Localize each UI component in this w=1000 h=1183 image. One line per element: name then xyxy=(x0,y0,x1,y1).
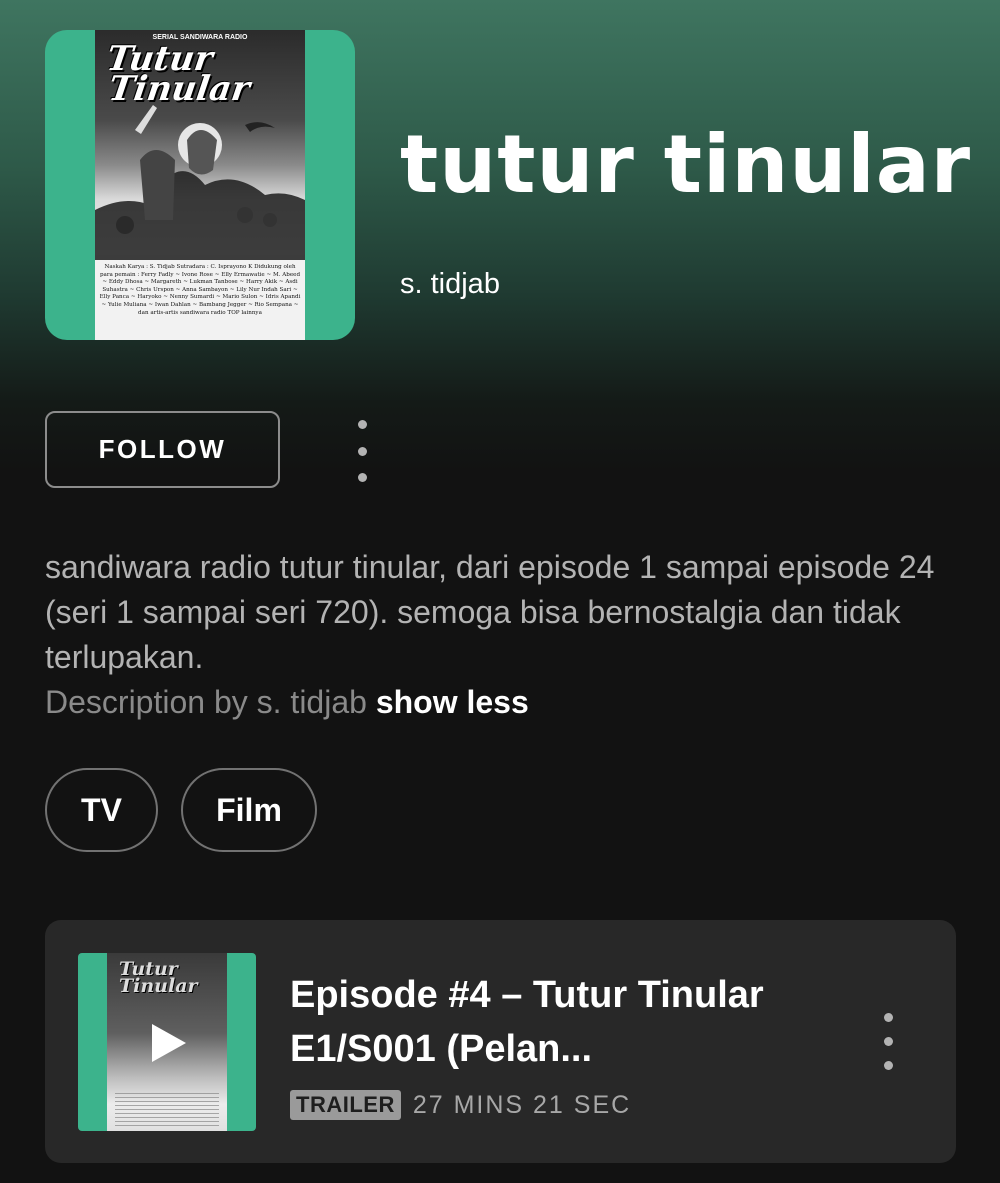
show-less-link[interactable]: show less xyxy=(376,684,529,720)
episode-duration: 27 MINS 21 SEC xyxy=(412,1090,632,1119)
podcast-title: tutur tinular xyxy=(400,118,972,211)
kebab-dot xyxy=(883,1013,893,1022)
poster-credits: Naskah Karya : S. Tidjab Sutradara : C. … xyxy=(99,264,301,316)
follow-button[interactable]: FOLLOW xyxy=(45,411,280,488)
episode-meta: TRAILER 27 MINS 21 SEC xyxy=(290,1090,631,1120)
kebab-dot xyxy=(883,1061,893,1070)
kebab-dot xyxy=(357,446,367,456)
description-by-text: Description by s. tidjab xyxy=(45,684,367,720)
episode-thumbnail-credits xyxy=(115,1093,219,1127)
episode-thumbnail-title: Tutur Tinular xyxy=(119,958,198,997)
kebab-dot xyxy=(883,1037,893,1046)
podcast-description: sandiwara radio tutur tinular, dari epis… xyxy=(45,549,935,675)
play-icon[interactable] xyxy=(152,1024,186,1062)
description-attribution: Description by s. tidjab show less xyxy=(45,680,529,725)
kebab-dot xyxy=(357,420,367,429)
poster-title: Tutur Tinular xyxy=(101,39,305,109)
kebab-dot xyxy=(357,473,367,482)
episode-title[interactable]: Episode #4 – Tutur Tinular E1/S001 (Pela… xyxy=(290,968,820,1076)
episode-thumbnail[interactable]: Tutur Tinular xyxy=(78,953,256,1131)
cover-poster: SERIAL SANDIWARA RADIO Tutur Tinular Nas… xyxy=(95,30,305,340)
more-options-icon[interactable] xyxy=(347,420,377,482)
episode-card[interactable]: Tutur Tinular Episode #4 – Tutur Tinular… xyxy=(45,920,956,1163)
episode-more-options-icon[interactable] xyxy=(878,1013,898,1070)
category-chip-film[interactable]: Film xyxy=(181,768,317,852)
podcast-author[interactable]: s. tidjab xyxy=(400,268,500,301)
category-chip-tv[interactable]: TV xyxy=(45,768,158,852)
podcast-cover-art: SERIAL SANDIWARA RADIO Tutur Tinular Nas… xyxy=(45,30,355,340)
poster-illustration xyxy=(95,105,305,260)
trailer-badge: TRAILER xyxy=(290,1090,401,1120)
